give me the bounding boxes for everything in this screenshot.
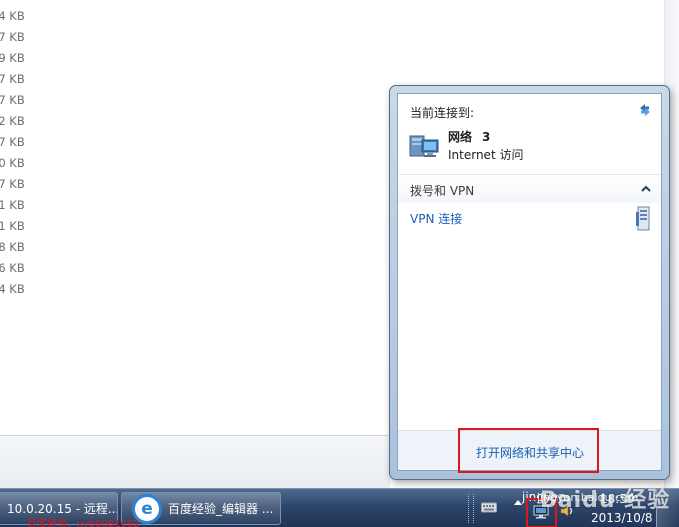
explorer-details-pane	[0, 435, 390, 488]
network-computer-icon	[409, 135, 439, 157]
file-size-cell: 54 KB	[0, 282, 25, 296]
file-size-cell: 60 KB	[0, 156, 25, 170]
file-list: 74 KB 57 KB 49 KB 97 KB 37 KB 22 KB 37 KB 60 KB…	[0, 0, 388, 435]
tray-grip	[468, 494, 474, 523]
current-connection-label: 当前连接到:	[410, 106, 475, 120]
chevron-up-icon[interactable]	[641, 185, 651, 193]
dialup-vpn-section-header[interactable]: 拨号和 VPN	[398, 175, 661, 203]
taskbar-button-label: 10.0.20.15 - 远程...	[7, 502, 118, 516]
file-size-cell: 37 KB	[0, 177, 25, 191]
author-watermark: 百度经验：xyb0081092	[27, 519, 140, 527]
taskbar-button-browser[interactable]: e 百度经验_编辑器 ...	[121, 492, 281, 525]
refresh-icon[interactable]	[637, 102, 653, 118]
vpn-connection-link[interactable]: VPN 连接	[410, 210, 462, 227]
network-name: 网络 3	[448, 128, 490, 145]
file-size-cell: 97 KB	[0, 72, 25, 86]
dialup-vpn-label: 拨号和 VPN	[410, 184, 475, 198]
annotation-highlight-box	[458, 428, 599, 473]
file-size-cell: 36 KB	[0, 261, 25, 275]
network-name-text: 网络	[448, 130, 473, 144]
keyboard-icon[interactable]	[481, 501, 497, 513]
vpn-server-icon[interactable]	[635, 206, 651, 232]
file-size-cell: 49 KB	[0, 51, 25, 65]
network-number: 3	[482, 130, 491, 144]
file-size-cell: 74 KB	[0, 9, 25, 23]
taskbar-button-label: 百度经验_编辑器 ...	[168, 502, 274, 516]
baidu-watermark-url: jingyan.baidu.com	[537, 491, 639, 504]
file-size-cell: 11 KB	[0, 219, 25, 233]
file-size-cell: 57 KB	[0, 30, 25, 44]
network-flyout-panel: 当前连接到: 网络 3 Internet 访问 拨号和 VPN VPN 连接 打…	[397, 93, 662, 471]
file-size-cell: 31 KB	[0, 198, 25, 212]
show-hidden-icons-icon[interactable]	[514, 499, 522, 505]
network-status: Internet 访问	[448, 148, 524, 162]
file-size-cell: 37 KB	[0, 93, 25, 107]
file-size-cell: 37 KB	[0, 135, 25, 149]
file-size-cell: 38 KB	[0, 240, 25, 254]
file-size-cell: 22 KB	[0, 114, 25, 128]
network-flyout: 当前连接到: 网络 3 Internet 访问 拨号和 VPN VPN 连接 打…	[389, 85, 670, 480]
